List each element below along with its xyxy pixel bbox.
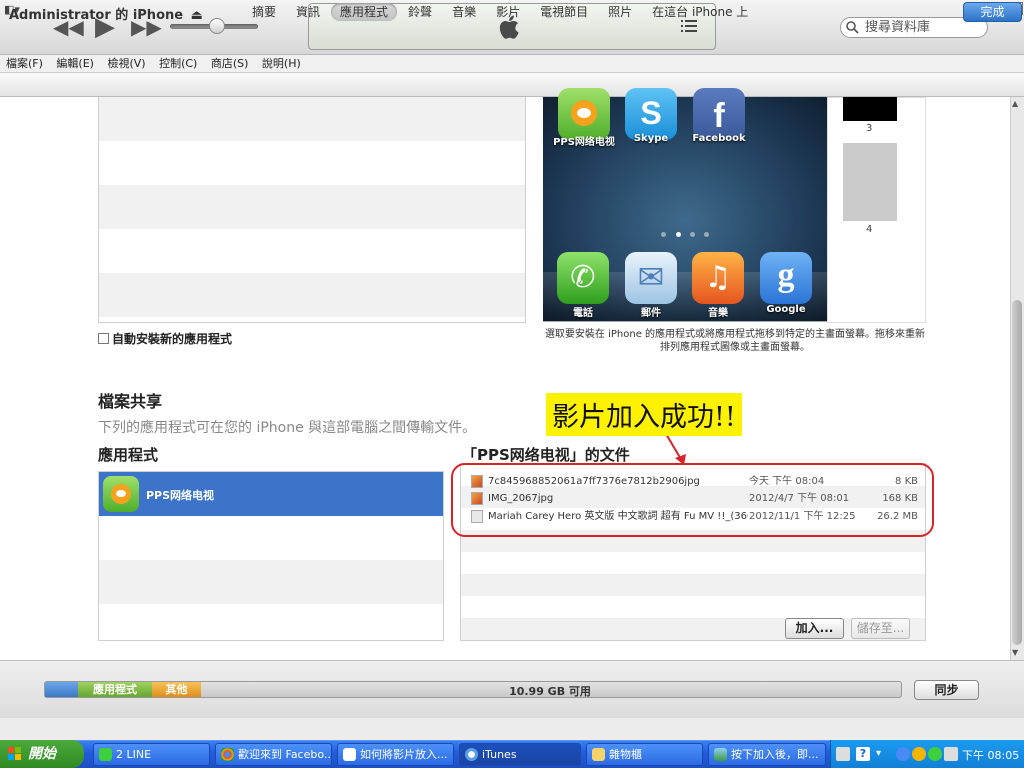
- taskbar-item-folder[interactable]: 雜物櫃: [586, 743, 703, 766]
- apps-header: 應用程式: [98, 446, 159, 464]
- capacity-free-label: 10.99 GB 可用: [509, 685, 591, 698]
- scroll-up-icon[interactable]: ▲: [1012, 99, 1018, 108]
- annotation-label: 影片加入成功!!: [546, 393, 742, 436]
- keyboard-icon[interactable]: [836, 747, 850, 761]
- file-sharing-description: 下列的應用程式可在您的 iPhone 與這部電腦之間傳輸文件。: [98, 420, 477, 436]
- taskbar-item-itunes[interactable]: iTunes: [459, 743, 581, 766]
- page-thumbnail[interactable]: [843, 143, 897, 221]
- tab-ringtones[interactable]: 鈴聲: [399, 3, 441, 21]
- tab-on-this-iphone[interactable]: 在這台 iPhone 上: [643, 3, 757, 21]
- eject-icon[interactable]: ⏏: [191, 8, 203, 23]
- sync-button[interactable]: 同步: [914, 680, 979, 700]
- google-icon[interactable]: g: [760, 252, 812, 304]
- capacity-segment-other: 其他: [152, 682, 201, 697]
- device-tabs: 摘要 資訊 應用程式 鈴聲 音樂 影片 電視節目 照片 在這台 iPhone 上: [243, 3, 759, 21]
- menu-view[interactable]: 檢視(V): [107, 57, 145, 70]
- menu-file[interactable]: 檔案(F): [6, 57, 43, 70]
- page-dot[interactable]: [690, 232, 695, 237]
- volume-knob[interactable]: [209, 18, 225, 34]
- tab-info[interactable]: 資訊: [287, 3, 329, 21]
- auto-install-checkbox[interactable]: [98, 333, 109, 344]
- search-icon: [846, 21, 859, 34]
- documents-header: 「PPS网络电视」的文件: [462, 446, 630, 464]
- windows-flag-icon: [8, 747, 21, 760]
- capacity-segment-audio: [45, 682, 78, 697]
- tab-summary[interactable]: 摘要: [243, 3, 285, 21]
- device-bar: [0, 73, 1024, 97]
- messenger-icon[interactable]: [928, 747, 942, 761]
- line-icon: [99, 748, 112, 761]
- save-to-button[interactable]: 儲存至...: [851, 618, 910, 639]
- page-number: 4: [866, 224, 873, 235]
- menu-store[interactable]: 商店(S): [211, 57, 249, 70]
- menu-help[interactable]: 說明(H): [262, 57, 301, 70]
- network-icon[interactable]: [896, 747, 910, 761]
- capacity-segment-apps: 應用程式: [78, 682, 152, 697]
- tab-movies[interactable]: 影片: [487, 3, 529, 21]
- task-label: 按下加入後，即...: [731, 748, 819, 761]
- app-label-facebook: Facebook: [692, 133, 746, 144]
- tab-apps[interactable]: 應用程式: [331, 3, 398, 21]
- folder-icon: [592, 748, 605, 761]
- tab-music[interactable]: 音樂: [443, 3, 485, 21]
- home-screen-hint: 選取要安裝在 iPhone 的應用程式或將應用程式拖移到特定的主畫面螢幕。拖移來…: [544, 329, 926, 353]
- phone-icon[interactable]: ✆: [557, 252, 609, 304]
- volume-icon[interactable]: [944, 747, 958, 761]
- tab-tv-shows[interactable]: 電視節目: [531, 3, 597, 21]
- scrollbar-thumb[interactable]: [1012, 300, 1022, 645]
- taskbar-item-chrome[interactable]: 歡迎來到 Facebo...: [215, 743, 332, 766]
- clock: 下午 08:05: [962, 749, 1020, 762]
- auto-install-label: 自動安裝新的應用程式: [112, 332, 233, 346]
- task-label: iTunes: [482, 748, 517, 761]
- scroll-down-icon[interactable]: ▼: [1012, 648, 1018, 657]
- image-viewer-icon: [714, 748, 727, 761]
- security-icon[interactable]: [912, 747, 926, 761]
- taskbar-item-line[interactable]: 2 LINE: [93, 743, 210, 766]
- task-label: 如何將影片放入...: [360, 748, 448, 761]
- app-label-google: Google: [766, 304, 806, 315]
- page-thumbnail[interactable]: [843, 97, 897, 121]
- task-label: 雜物櫃: [609, 748, 642, 761]
- auto-install-option[interactable]: 自動安裝新的應用程式: [98, 330, 232, 347]
- task-label: 歡迎來到 Facebo...: [238, 748, 332, 761]
- device-name[interactable]: Administrator 的 iPhone ⏏: [9, 4, 203, 23]
- help-icon[interactable]: ?: [856, 747, 870, 761]
- app-list[interactable]: [98, 97, 526, 323]
- page-dot-active[interactable]: [676, 232, 681, 237]
- menu-bar: 檔案(F) 編輯(E) 檢視(V) 控制(C) 商店(S) 說明(H): [0, 55, 1024, 73]
- pps-icon: [103, 476, 139, 512]
- itunes-icon: [465, 748, 478, 761]
- menu-edit[interactable]: 編輯(E): [56, 57, 94, 70]
- file-sharing-title: 檔案共享: [98, 392, 163, 411]
- page-dot[interactable]: [704, 232, 709, 237]
- mail-icon[interactable]: ✉: [625, 252, 677, 304]
- done-button[interactable]: 完成: [963, 2, 1022, 22]
- device-name-label: Administrator 的 iPhone: [9, 8, 184, 23]
- music-icon[interactable]: ♫: [692, 252, 744, 304]
- task-label: 2 LINE: [116, 748, 152, 761]
- taskbar-item-document[interactable]: 如何將影片放入...: [337, 743, 454, 766]
- taskbar-item-image-viewer[interactable]: 按下加入後，即...: [708, 743, 826, 766]
- menu-controls[interactable]: 控制(C): [159, 57, 197, 70]
- tray-expand-icon[interactable]: ▾: [876, 747, 890, 761]
- file-sharing-app-name: PPS网络电视: [146, 489, 215, 502]
- add-file-button[interactable]: 加入...: [785, 618, 844, 639]
- annotation-highlight-circle: [451, 463, 934, 537]
- page-dot[interactable]: [661, 232, 666, 237]
- document-icon: [343, 748, 356, 761]
- chrome-icon: [221, 748, 234, 761]
- tab-photos[interactable]: 照片: [599, 3, 641, 21]
- page-number: 3: [866, 123, 873, 134]
